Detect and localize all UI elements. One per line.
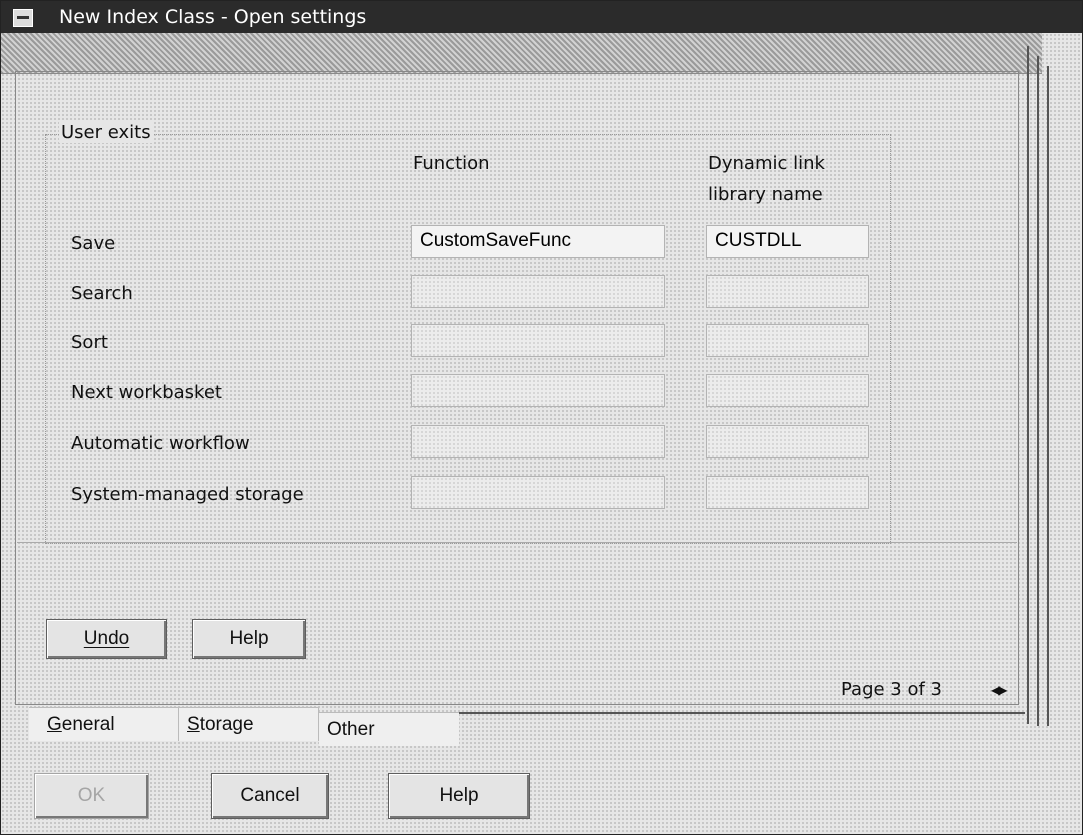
- sort-dll-field[interactable]: [706, 324, 869, 357]
- window-title: New Index Class - Open settings: [59, 6, 367, 28]
- dialog-help-button[interactable]: Help: [388, 773, 530, 819]
- tab-storage-rest: torage: [199, 714, 254, 735]
- settings-window: New Index Class - Open settings User exi…: [0, 0, 1083, 835]
- system-managed-storage-dll-field[interactable]: [706, 476, 869, 509]
- notebook-binding: [1, 33, 1042, 74]
- column-header-dll-line2: library name: [708, 184, 823, 205]
- row-label-system-managed-storage: System-managed storage: [71, 484, 304, 505]
- search-dll-field[interactable]: [706, 275, 869, 308]
- title-bar[interactable]: New Index Class - Open settings: [1, 1, 1082, 33]
- cancel-button-label: Cancel: [240, 785, 300, 806]
- page-indicator: Page 3 of 3: [841, 679, 942, 700]
- ok-button-label: OK: [77, 785, 106, 806]
- notebook-edge: [1047, 66, 1049, 726]
- next-workbasket-function-field[interactable]: [411, 374, 665, 407]
- save-dll-field[interactable]: CUSTDLL: [706, 225, 869, 258]
- tab-strip-line: [459, 712, 1025, 714]
- undo-button-label: Undo: [83, 628, 130, 649]
- automatic-workflow-function-field[interactable]: [411, 425, 665, 458]
- page-help-button-label: Help: [229, 628, 269, 649]
- automatic-workflow-dll-field[interactable]: [706, 425, 869, 458]
- save-function-field[interactable]: CustomSaveFunc: [411, 225, 665, 258]
- cancel-button[interactable]: Cancel: [211, 773, 329, 819]
- row-label-save: Save: [71, 233, 116, 254]
- system-menu-icon[interactable]: [13, 9, 33, 27]
- page-divider: [17, 542, 1017, 543]
- row-label-next-workbasket: Next workbasket: [71, 382, 222, 403]
- tab-storage-mnemonic: S: [187, 714, 200, 735]
- undo-button[interactable]: Undo: [46, 619, 167, 659]
- ok-button[interactable]: OK: [34, 773, 149, 819]
- notebook-edge: [1027, 46, 1029, 724]
- search-function-field[interactable]: [411, 275, 665, 308]
- row-label-search: Search: [71, 283, 133, 304]
- tab-storage[interactable]: Storage: [179, 707, 319, 741]
- tab-other[interactable]: Other: [319, 712, 459, 746]
- row-label-automatic-workflow: Automatic workflow: [71, 433, 250, 454]
- tab-other-label: Other: [327, 719, 375, 740]
- row-label-sort: Sort: [71, 332, 108, 353]
- sort-function-field[interactable]: [411, 324, 665, 357]
- group-title: User exits: [59, 122, 153, 143]
- column-header-function: Function: [413, 153, 490, 174]
- dialog-help-button-label: Help: [439, 785, 479, 806]
- tab-general[interactable]: General: [29, 707, 179, 741]
- next-workbasket-dll-field[interactable]: [706, 374, 869, 407]
- tab-general-rest: eneral: [61, 714, 115, 735]
- column-header-dll-line1: Dynamic link: [708, 153, 825, 174]
- notebook-edge: [1037, 56, 1039, 726]
- page-arrows-icon[interactable]: ◀▶: [991, 683, 1008, 697]
- system-managed-storage-function-field[interactable]: [411, 476, 665, 509]
- tab-general-mnemonic: G: [47, 714, 62, 735]
- page-help-button[interactable]: Help: [192, 619, 306, 659]
